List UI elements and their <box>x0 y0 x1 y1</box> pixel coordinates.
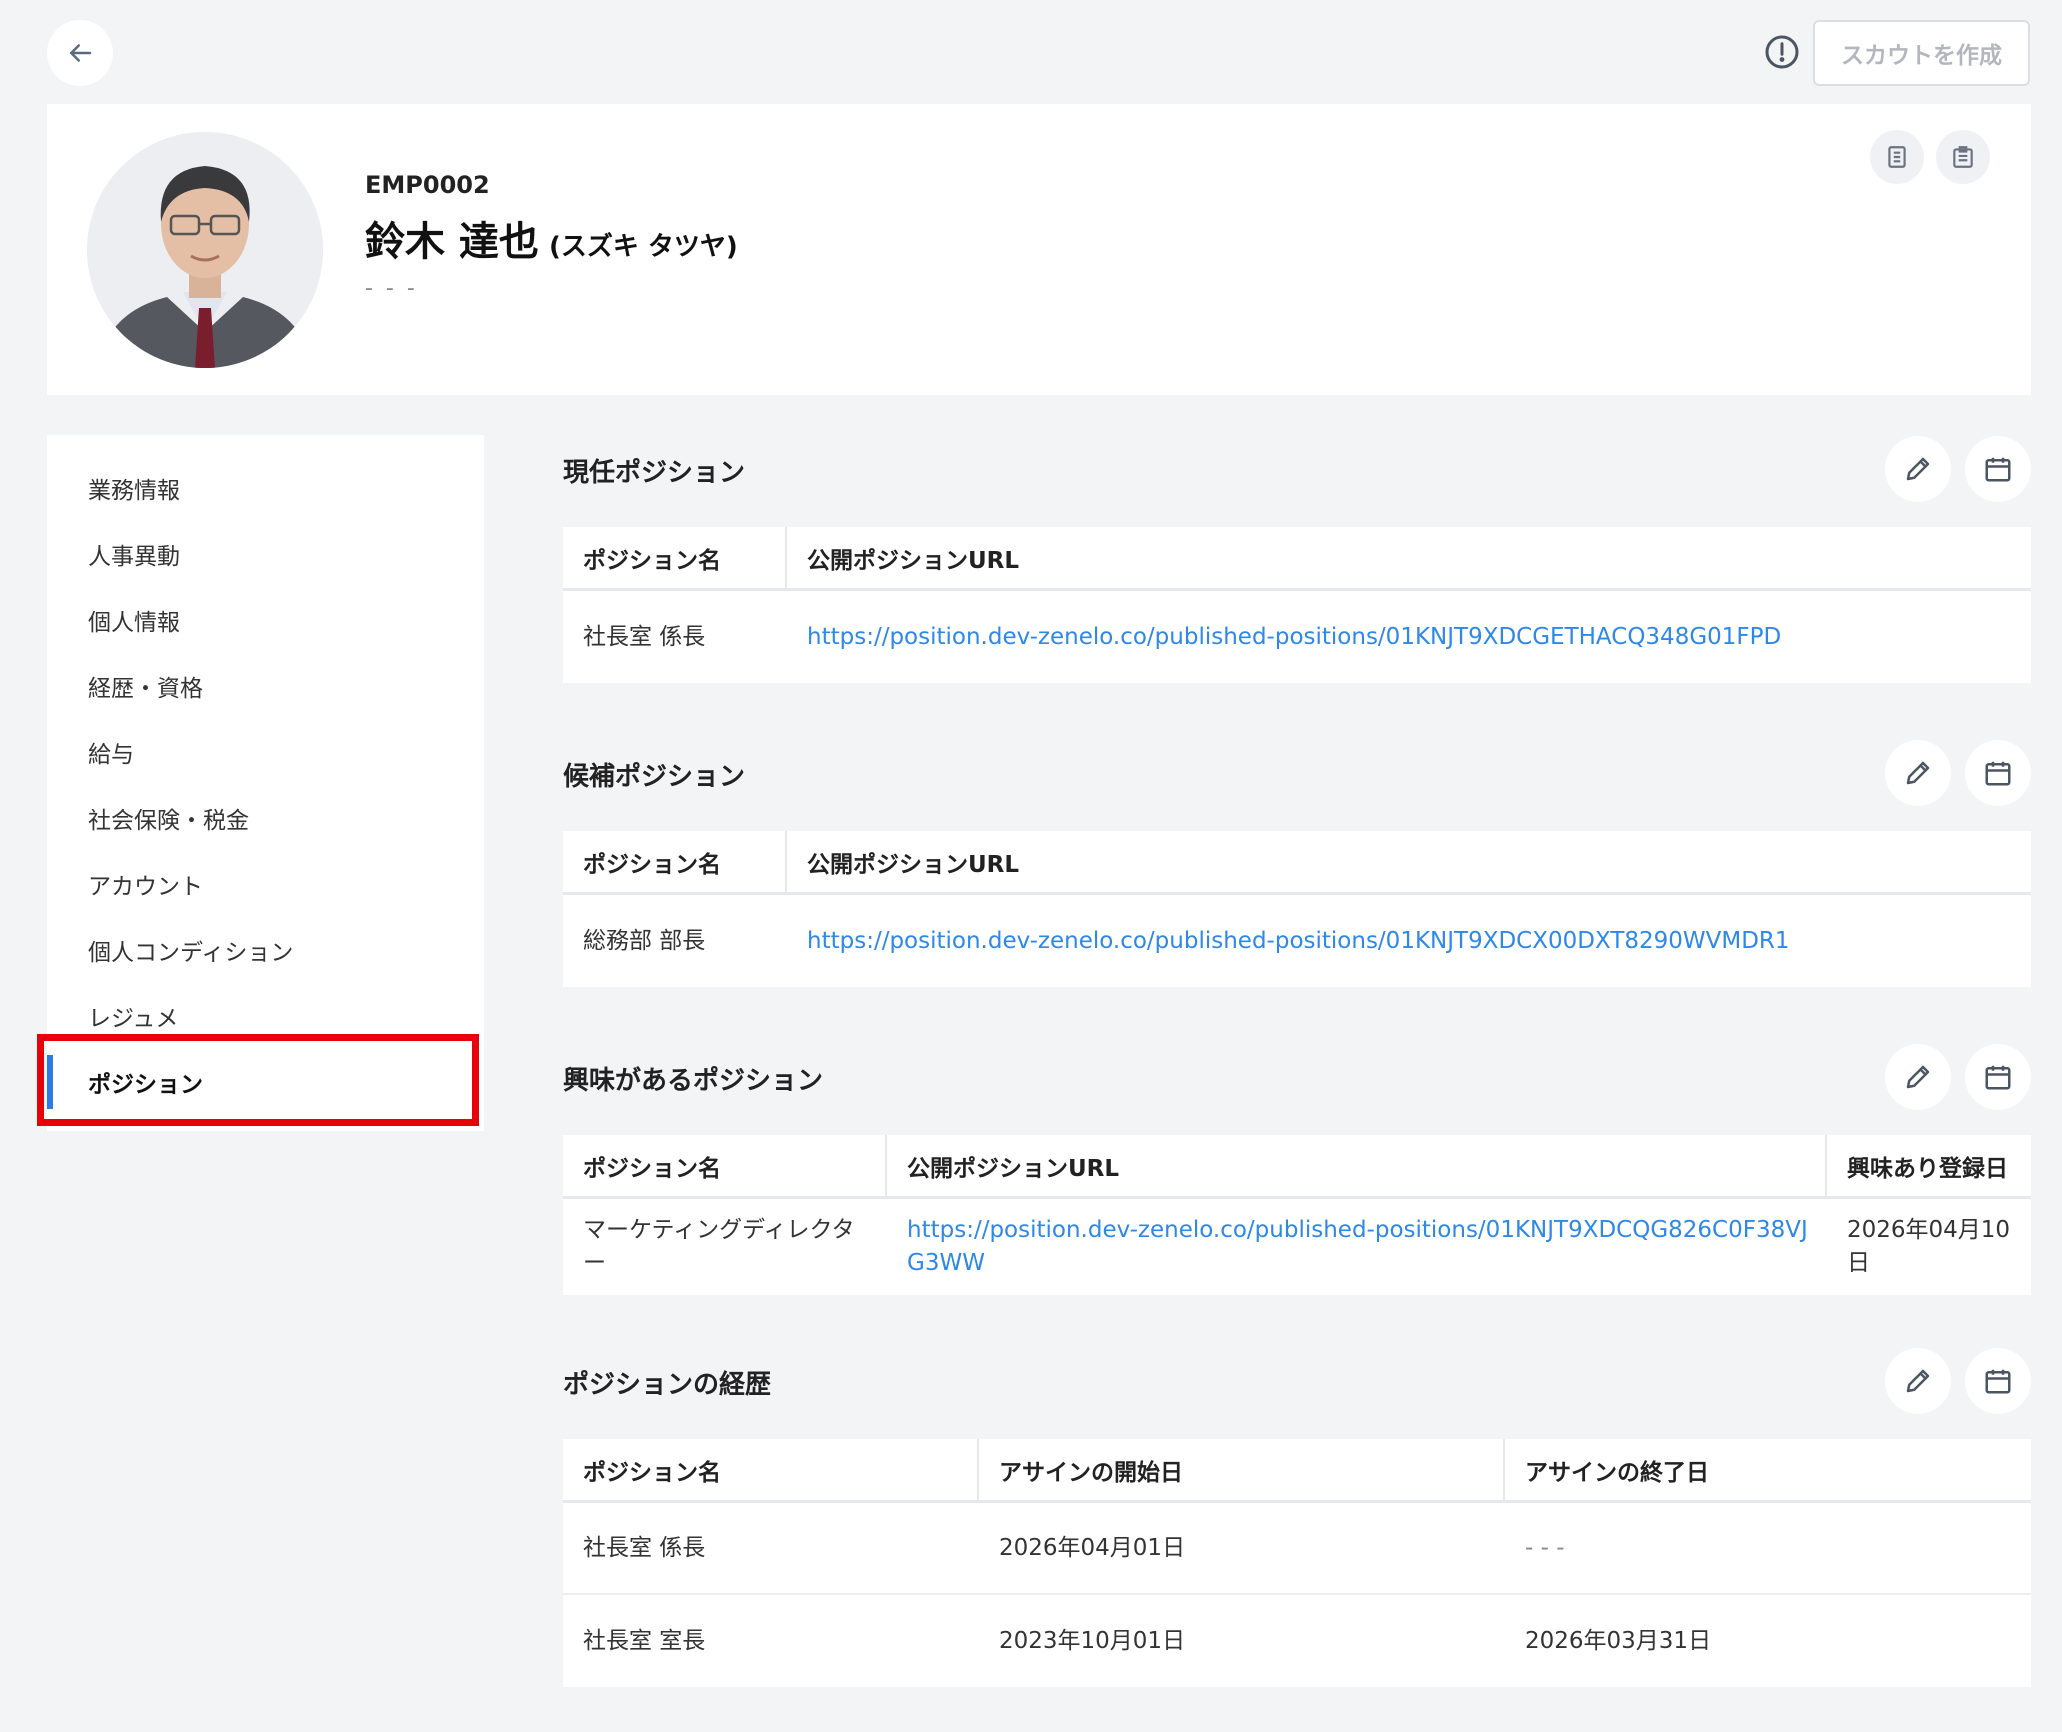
table-row: 社長室 室長 2023年10月01日 2026年03月31日 <box>563 1595 2031 1687</box>
column-header: 公開ポジションURL <box>807 547 1020 574</box>
clipboard-icon <box>1953 146 1973 168</box>
end-date-cell: 2026年03月31日 <box>1525 1627 1712 1654</box>
alert-circle-icon[interactable] <box>1764 34 1800 70</box>
pencil-icon <box>1906 457 1930 481</box>
pencil-icon <box>1906 1065 1930 1089</box>
calendar-candidate-button[interactable] <box>1965 740 2031 806</box>
position-history-table: ポジション名 アサインの開始日 アサインの終了日 社長室 係長 2026年04月… <box>563 1439 2031 1687</box>
sidebar-item-personal-info[interactable]: 個人情報 <box>47 587 484 653</box>
table-header: ポジション名 アサインの開始日 アサインの終了日 <box>563 1439 2031 1503</box>
employee-name: 鈴木 達也 (スズキ タツヤ) <box>365 209 738 267</box>
column-header: ポジション名 <box>563 831 787 892</box>
create-scout-button[interactable]: スカウトを作成 <box>1813 20 2030 86</box>
table-row: 総務部 部長 https://position.dev-zenelo.co/pu… <box>563 895 2031 987</box>
edit-candidate-button[interactable] <box>1885 740 1951 806</box>
position-url-link[interactable]: https://position.dev-zenelo.co/published… <box>807 621 1781 654</box>
section-title-candidate: 候補ポジション <box>563 762 746 792</box>
position-name-cell: 社長室 係長 <box>583 623 706 650</box>
document-icon <box>1888 146 1906 168</box>
table-row: 社長室 係長 2026年04月01日 - - - <box>563 1503 2031 1595</box>
pencil-icon <box>1906 1369 1930 1393</box>
sidebar-item-business-info[interactable]: 業務情報 <box>47 455 484 521</box>
position-name-cell: 社長室 係長 <box>583 1534 706 1561</box>
current-position-table: ポジション名 公開ポジションURL 社長室 係長 https://positio… <box>563 527 2031 683</box>
edit-current-button[interactable] <box>1885 436 1951 502</box>
sidebar-item-position[interactable]: ポジション <box>47 1049 484 1115</box>
top-bar: スカウトを作成 <box>0 0 2062 104</box>
sidebar-item-insurance-tax[interactable]: 社会保険・税金 <box>47 785 484 851</box>
employee-subtitle: - - - <box>365 276 418 301</box>
section-title-history: ポジションの経歴 <box>563 1370 772 1400</box>
table-header: ポジション名 公開ポジションURL 興味あり登録日 <box>563 1135 2031 1199</box>
document-button[interactable] <box>1870 130 1924 184</box>
start-date-cell: 2023年10月01日 <box>999 1627 1186 1654</box>
calendar-icon <box>1985 1065 2011 1090</box>
back-button[interactable] <box>47 20 113 86</box>
position-name-cell: 社長室 室長 <box>583 1627 706 1654</box>
back-arrow-icon <box>70 44 92 62</box>
end-date-cell: - - - <box>1525 1534 1565 1561</box>
column-header: ポジション名 <box>563 527 787 588</box>
calendar-current-button[interactable] <box>1965 436 2031 502</box>
calendar-icon <box>1985 1369 2011 1394</box>
position-url-link[interactable]: https://position.dev-zenelo.co/published… <box>807 925 1790 958</box>
position-url-cell: https://position.dev-zenelo.co/published… <box>787 591 2031 683</box>
column-header: 興味あり登録日 <box>1847 1155 2008 1182</box>
position-name-cell: 総務部 部長 <box>583 927 706 954</box>
edit-interest-button[interactable] <box>1885 1044 1951 1110</box>
candidate-position-table: ポジション名 公開ポジションURL 総務部 部長 https://positio… <box>563 831 2031 987</box>
column-header: アサインの開始日 <box>979 1439 1505 1500</box>
table-header: ポジション名 公開ポジションURL <box>563 527 2031 591</box>
sidebar-item-resume[interactable]: レジュメ <box>47 983 484 1049</box>
column-header: 公開ポジションURL <box>807 851 1020 878</box>
sidebar-item-account[interactable]: アカウント <box>47 851 484 917</box>
clipboard-button[interactable] <box>1936 130 1990 184</box>
sidebar-item-condition[interactable]: 個人コンディション <box>47 917 484 983</box>
pencil-icon <box>1906 761 1930 785</box>
calendar-icon <box>1985 761 2011 786</box>
employee-name-kana: (スズキ タツヤ) <box>548 232 738 262</box>
calendar-history-button[interactable] <box>1965 1348 2031 1414</box>
sidebar-item-personnel-change[interactable]: 人事異動 <box>47 521 484 587</box>
column-header: 公開ポジションURL <box>887 1135 1827 1196</box>
interest-date-cell: 2026年04月10日 <box>1847 1217 2011 1276</box>
position-url-link[interactable]: https://position.dev-zenelo.co/published… <box>907 1214 1813 1280</box>
sidebar-item-career[interactable]: 経歴・資格 <box>47 653 484 719</box>
position-name-cell: マーケティングディレクター <box>583 1217 855 1276</box>
edit-history-button[interactable] <box>1885 1348 1951 1414</box>
side-navigation: 業務情報 人事異動 個人情報 経歴・資格 給与 社会保険・税金 アカウント 個人… <box>47 435 484 1131</box>
section-title-interest: 興味があるポジション <box>563 1066 824 1096</box>
employee-id: EMP0002 <box>365 171 490 199</box>
employee-name-text: 鈴木 達也 <box>365 219 539 265</box>
position-url-cell: https://position.dev-zenelo.co/published… <box>787 895 2031 987</box>
start-date-cell: 2026年04月01日 <box>999 1534 1186 1561</box>
column-header: ポジション名 <box>563 1439 979 1500</box>
section-title-current: 現任ポジション <box>563 458 746 488</box>
position-url-cell: https://position.dev-zenelo.co/published… <box>887 1199 1827 1295</box>
table-header: ポジション名 公開ポジションURL <box>563 831 2031 895</box>
profile-card: EMP0002 鈴木 達也 (スズキ タツヤ) - - - <box>47 104 2031 395</box>
table-row: マーケティングディレクター https://position.dev-zenel… <box>563 1199 2031 1295</box>
calendar-icon <box>1985 457 2011 482</box>
avatar <box>87 132 323 368</box>
table-row: 社長室 係長 https://position.dev-zenelo.co/pu… <box>563 591 2031 683</box>
column-header: ポジション名 <box>563 1135 887 1196</box>
column-header: アサインの終了日 <box>1525 1459 1709 1486</box>
sidebar-item-salary[interactable]: 給与 <box>47 719 484 785</box>
interest-position-table: ポジション名 公開ポジションURL 興味あり登録日 マーケティングディレクター … <box>563 1135 2031 1295</box>
calendar-interest-button[interactable] <box>1965 1044 2031 1110</box>
